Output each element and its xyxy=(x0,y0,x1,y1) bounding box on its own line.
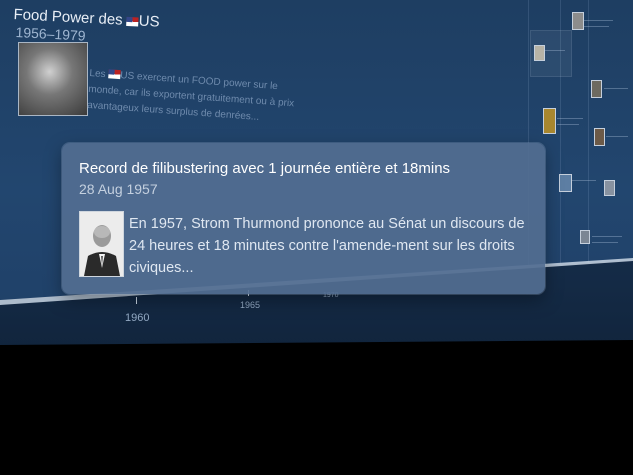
us-flag-icon xyxy=(108,69,121,80)
background-event-photo[interactable] xyxy=(18,42,88,116)
distant-event-text xyxy=(545,50,565,51)
event-description: En 1957, Strom Thurmond prononce au Séna… xyxy=(129,216,525,276)
distant-event-text xyxy=(557,118,583,119)
distant-event-text xyxy=(557,124,579,125)
distant-event-thumb[interactable] xyxy=(594,128,605,146)
event-popup[interactable]: Record de filibustering avec 1 journée e… xyxy=(62,143,545,294)
axis-tick xyxy=(136,297,137,304)
distant-event-thumb[interactable] xyxy=(591,80,602,98)
distant-event-thumb[interactable] xyxy=(543,108,556,134)
event-photo[interactable] xyxy=(79,211,124,277)
portrait-image xyxy=(80,212,123,276)
us-flag-icon xyxy=(126,16,139,27)
distant-event-thumb[interactable] xyxy=(572,12,584,30)
distant-event-text xyxy=(606,136,628,137)
distant-event-thumb[interactable] xyxy=(580,230,590,244)
distant-event-text xyxy=(592,242,618,243)
distant-event-text xyxy=(572,180,596,181)
distant-event-text xyxy=(583,20,613,21)
distant-event-text xyxy=(583,26,609,27)
distant-event-thumb[interactable] xyxy=(534,45,545,61)
distant-event-thumb[interactable] xyxy=(604,180,615,196)
timeline-divider xyxy=(588,0,589,265)
axis-year-label: 1965 xyxy=(240,300,261,310)
event-title: Record de filibustering avec 1 journée e… xyxy=(79,160,451,177)
distant-event-thumb[interactable] xyxy=(559,174,572,192)
event-date: 28 Aug 1957 xyxy=(79,181,158,197)
distant-event-text xyxy=(604,88,628,89)
distant-event-text xyxy=(592,236,622,237)
axis-year-label: 1960 xyxy=(125,312,150,324)
